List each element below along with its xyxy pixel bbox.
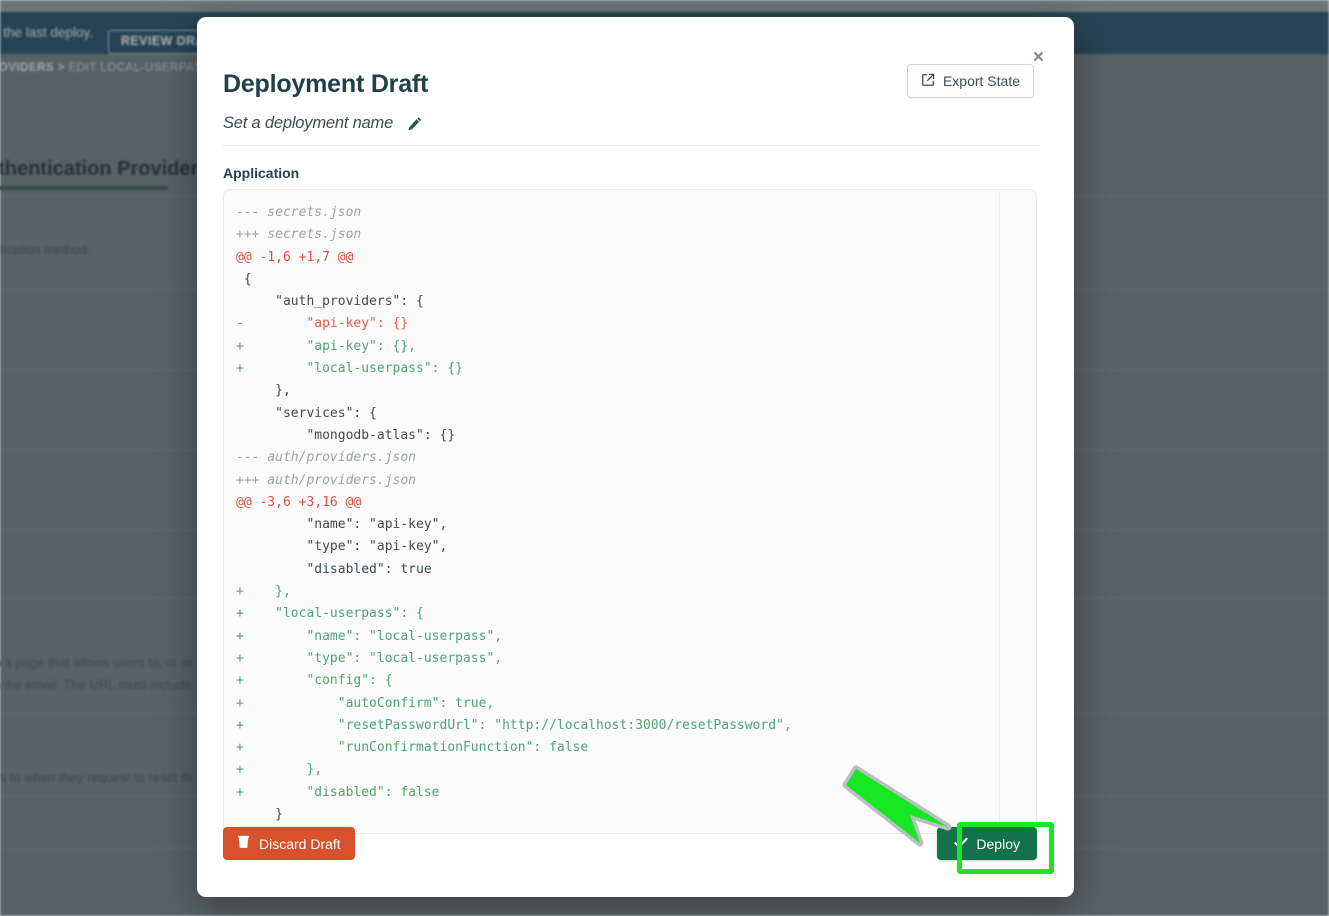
diff-line-add: + "runConfirmationFunction": false bbox=[236, 737, 999, 759]
diff-line-add: + "type": "local-userpass", bbox=[236, 648, 999, 670]
diff-scroll-edge bbox=[999, 191, 1000, 832]
diff-line-add: + "local-userpass": {} bbox=[236, 358, 999, 380]
diff-line-add: + "name": "local-userpass", bbox=[236, 626, 999, 648]
diff-line-add: + }, bbox=[236, 759, 999, 781]
diff-line-add: + "autoConfirm": true, bbox=[236, 693, 999, 715]
diff-line-meta: +++ secrets.json bbox=[236, 224, 999, 246]
diff-line-ctx: "type": "api-key", bbox=[236, 536, 999, 558]
diff-line-hunk: @@ -3,6 +3,16 @@ bbox=[236, 492, 999, 514]
diff-line-meta: --- secrets.json bbox=[236, 202, 999, 224]
diff-line-add: + "resetPasswordUrl": "http://localhost:… bbox=[236, 715, 999, 737]
diff-line-del: - "api-key": {} bbox=[236, 313, 999, 335]
diff-line-meta: --- auth/providers.json bbox=[236, 447, 999, 469]
section-label-application: Application bbox=[223, 165, 299, 181]
diff-line-ctx: }, bbox=[236, 380, 999, 402]
diff-line-ctx: "auth_providers": { bbox=[236, 291, 999, 313]
deploy-button[interactable]: Deploy bbox=[937, 827, 1037, 860]
diff-line-ctx: { bbox=[236, 269, 999, 291]
discard-draft-label: Discard Draft bbox=[259, 836, 341, 852]
external-link-icon bbox=[921, 73, 935, 90]
diff-viewer[interactable]: --- secrets.json+++ secrets.json@@ -1,6 … bbox=[223, 189, 1037, 834]
diff-line-add: + "api-key": {}, bbox=[236, 336, 999, 358]
diff-line-ctx: "name": "api-key", bbox=[236, 514, 999, 536]
diff-line-ctx: "services": { bbox=[236, 403, 999, 425]
export-state-label: Export State bbox=[943, 73, 1020, 89]
diff-line-ctx: } bbox=[236, 804, 999, 826]
modal-title: Deployment Draft bbox=[223, 70, 428, 99]
diff-line-add: + "local-userpass": { bbox=[236, 603, 999, 625]
diff-lines-container: --- secrets.json+++ secrets.json@@ -1,6 … bbox=[224, 190, 999, 833]
export-state-button[interactable]: Export State bbox=[907, 64, 1034, 98]
diff-line-add: + "disabled": false bbox=[236, 782, 999, 804]
trash-icon bbox=[237, 835, 250, 852]
deployment-name-row: Set a deployment name bbox=[223, 114, 423, 133]
discard-draft-button[interactable]: Discard Draft bbox=[223, 827, 355, 860]
diff-line-meta: +++ auth/providers.json bbox=[236, 470, 999, 492]
diff-line-hunk: @@ -1,6 +1,7 @@ bbox=[236, 247, 999, 269]
header-divider bbox=[223, 145, 1040, 146]
check-icon bbox=[954, 836, 968, 852]
deployment-name-value: Set a deployment name bbox=[223, 114, 393, 133]
diff-line-ctx: "mongodb-atlas": {} bbox=[236, 425, 999, 447]
diff-line-add: + "config": { bbox=[236, 670, 999, 692]
diff-line-add: + }, bbox=[236, 581, 999, 603]
pencil-icon[interactable] bbox=[407, 116, 423, 132]
deployment-draft-modal: × Deployment Draft Export State Set a de… bbox=[197, 17, 1074, 897]
diff-line-ctx: "disabled": true bbox=[236, 559, 999, 581]
deploy-label: Deploy bbox=[976, 836, 1020, 852]
